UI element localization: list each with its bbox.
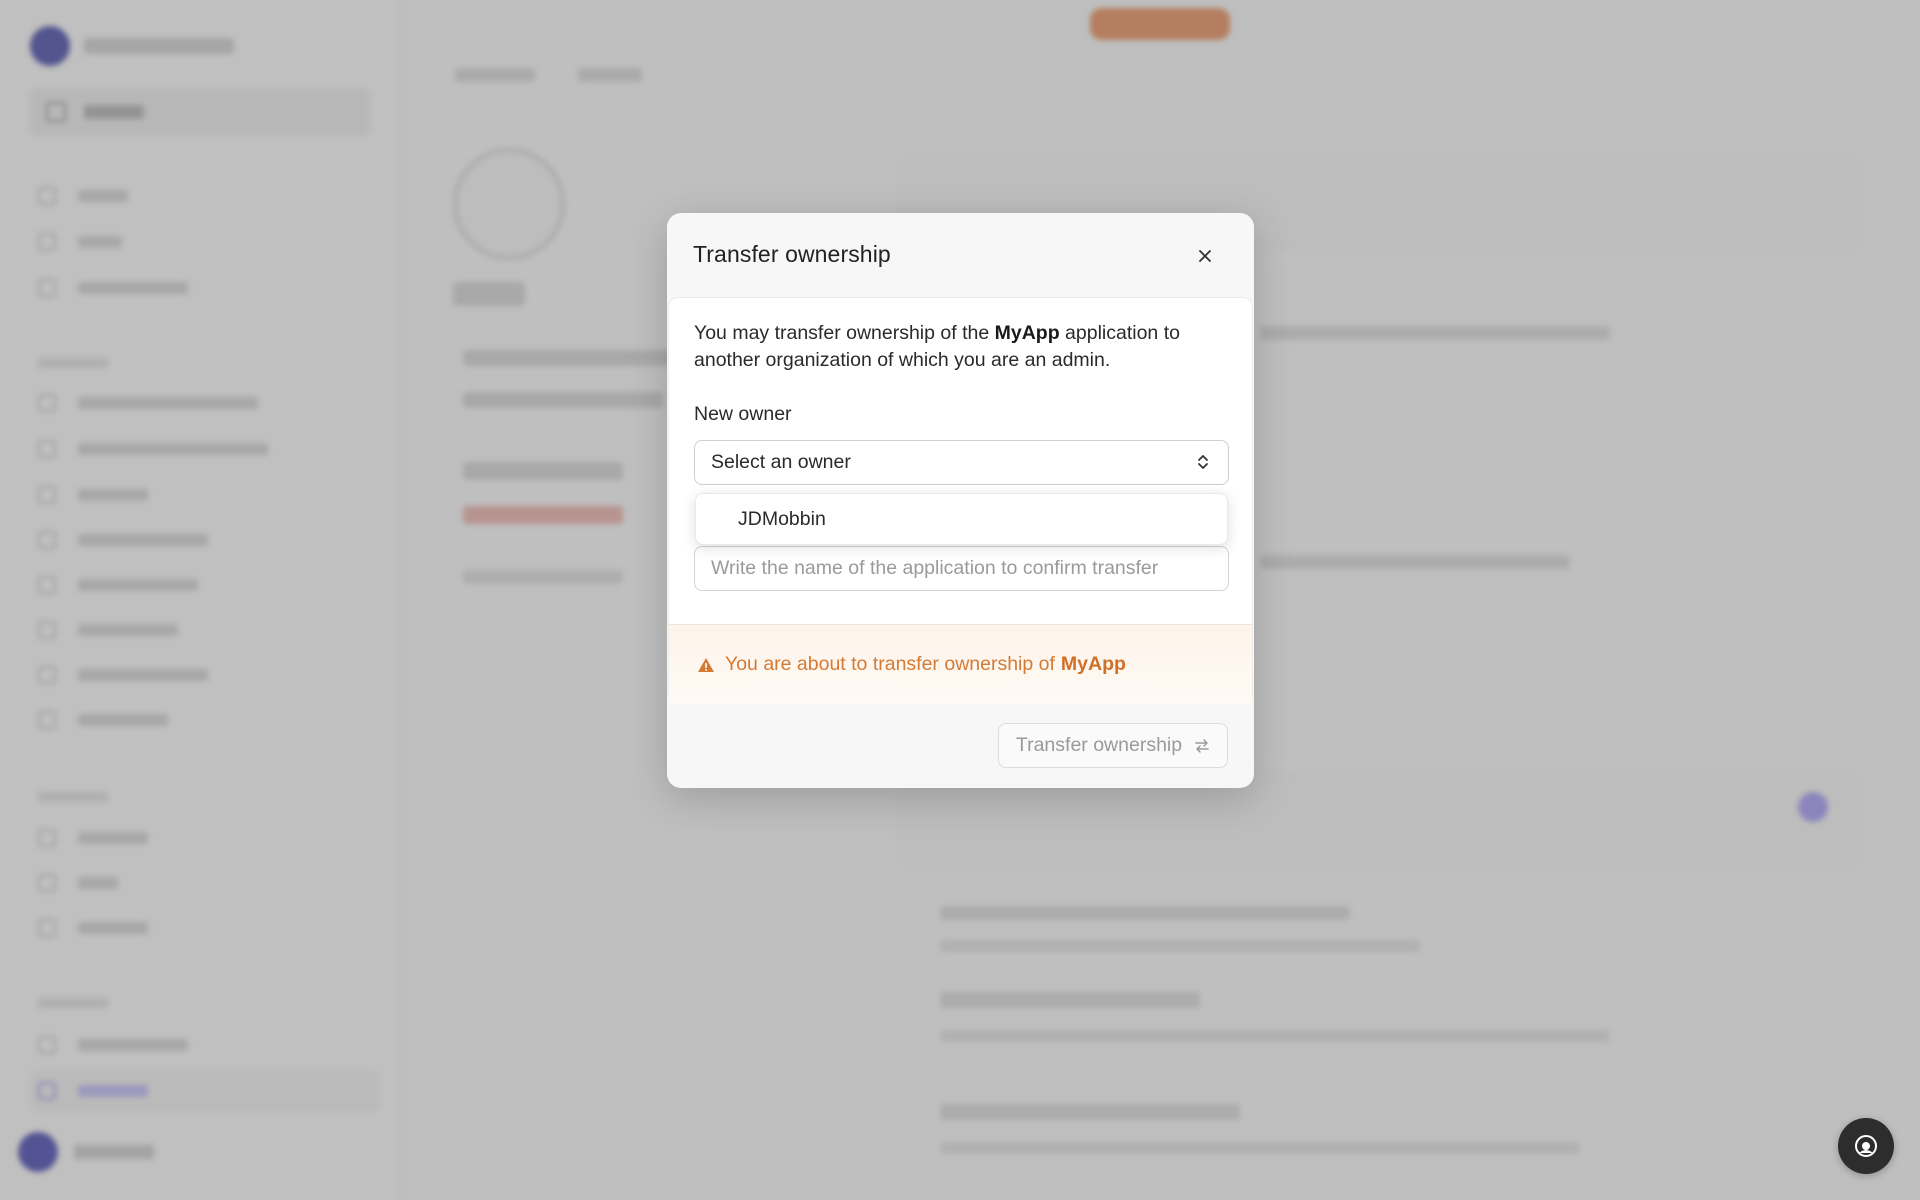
owner-option[interactable]: JDMobbin <box>696 494 1227 544</box>
help-chat-button[interactable] <box>1838 1118 1894 1174</box>
new-owner-label: New owner <box>694 403 792 425</box>
dialog-header: Transfer ownership <box>667 213 1254 297</box>
dialog-description: You may transfer ownership of the MyApp … <box>694 320 1214 374</box>
arrows-swap-icon <box>1195 738 1209 753</box>
chevron-up-down-icon <box>1198 455 1208 469</box>
owner-dropdown-menu: JDMobbin <box>695 493 1228 545</box>
dialog-footer: Transfer ownership <box>667 704 1254 788</box>
transfer-button-label: Transfer ownership <box>1015 734 1183 756</box>
dialog-title: Transfer ownership <box>693 241 891 267</box>
description-prefix: You may transfer ownership of the <box>694 322 990 344</box>
transfer-ownership-dialog: Transfer ownership You may transfer owne… <box>667 213 1254 788</box>
new-owner-select[interactable]: Select an owner <box>694 440 1229 485</box>
new-owner-select-value: Select an owner <box>711 451 851 473</box>
warning-app-name: MyApp <box>1060 653 1126 675</box>
transfer-warning: You are about to transfer ownership of M… <box>669 624 1252 704</box>
confirm-app-name-input[interactable] <box>694 546 1229 591</box>
warning-triangle-icon <box>698 657 714 672</box>
support-agent-icon <box>1855 1135 1877 1157</box>
dialog-body: You may transfer ownership of the MyApp … <box>668 297 1253 704</box>
close-icon <box>1199 250 1211 262</box>
description-app-name: MyApp <box>994 322 1060 344</box>
transfer-ownership-button[interactable]: Transfer ownership <box>998 723 1228 768</box>
close-button[interactable] <box>1190 241 1220 271</box>
warning-text: You are about to transfer ownership of <box>725 653 1055 675</box>
